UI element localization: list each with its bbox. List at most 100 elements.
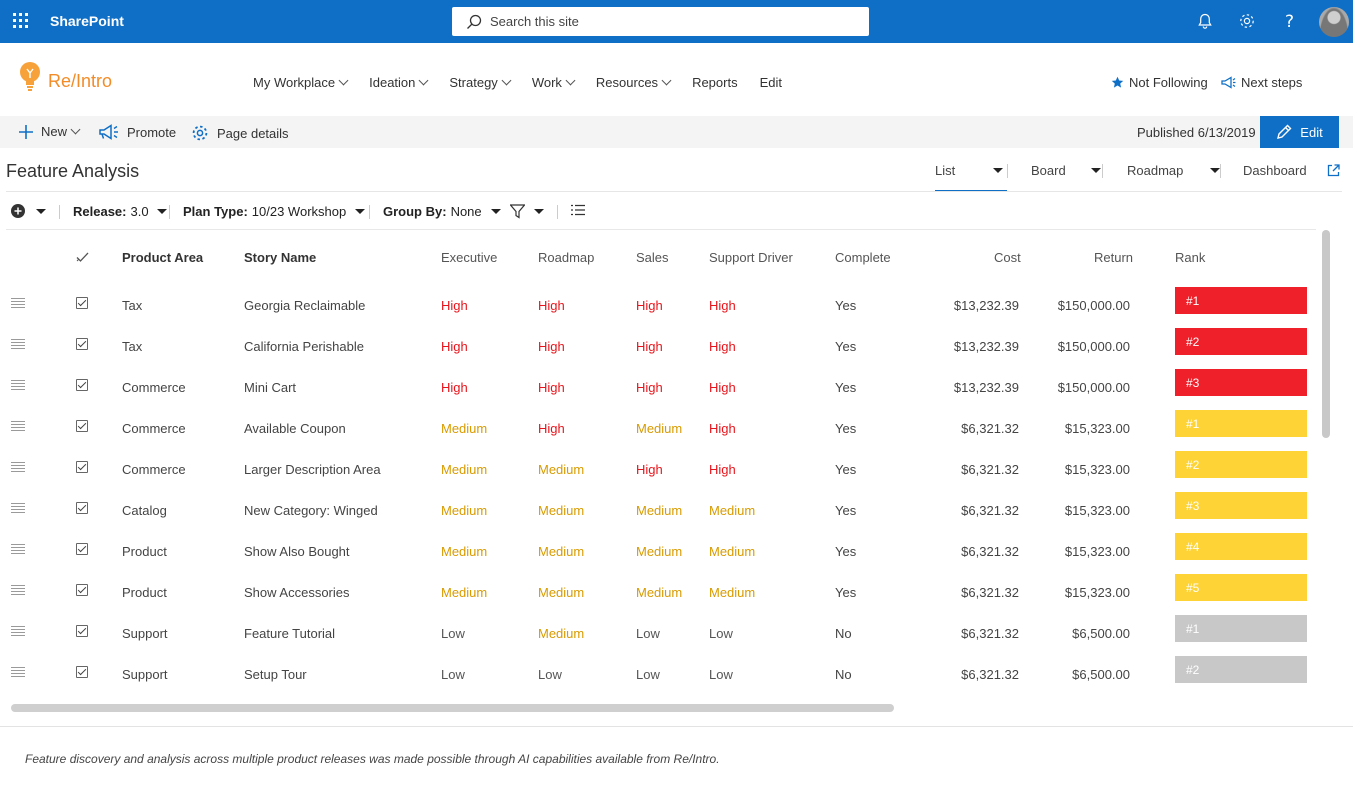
cell-story-name[interactable]: New Category: Winged [244, 503, 378, 518]
drag-handle-icon[interactable] [11, 503, 25, 515]
chevron-down-icon [661, 75, 672, 86]
cell-executive: Medium [441, 462, 488, 477]
promote-button[interactable]: Promote [99, 124, 176, 140]
checkbox-icon[interactable] [76, 461, 88, 473]
nav-my-workplace[interactable]: My Workplace [253, 75, 349, 90]
header-return[interactable]: Return [1094, 250, 1133, 265]
table-row[interactable]: Catalog New Category: Winged Medium Medium M… [6, 490, 1316, 531]
cell-story-name[interactable]: Georgia Reclaimable [244, 298, 365, 313]
table-row[interactable]: Product Show Accessories Medium Medium Mediu… [6, 572, 1316, 613]
cell-executive: High [441, 339, 468, 354]
plan-type-filter[interactable]: Plan Type: 10/23 Workshop [183, 204, 366, 219]
nav-strategy[interactable]: Strategy [449, 75, 512, 90]
table-row[interactable]: Commerce Available Coupon Medium High Medium… [6, 408, 1316, 449]
next-steps-button[interactable]: Next steps [1221, 75, 1302, 90]
page-details-button[interactable]: Page details [191, 124, 289, 142]
bell-icon[interactable] [1196, 12, 1214, 30]
nav-resources[interactable]: Resources [596, 75, 672, 90]
table-row[interactable]: Tax Georgia Reclaimable High High High High Ye… [6, 285, 1316, 326]
add-item-button[interactable] [11, 204, 46, 218]
cell-story-name[interactable]: Show Accessories [244, 585, 350, 600]
table-row[interactable]: Support Feature Tutorial Low Medium Low Low No… [6, 613, 1316, 654]
header-sales[interactable]: Sales [636, 250, 669, 265]
horizontal-scrollbar[interactable] [11, 704, 894, 712]
nav-ideation[interactable]: Ideation [369, 75, 429, 90]
filter-button[interactable] [510, 204, 544, 219]
edit-page-button[interactable]: Edit [1260, 116, 1339, 148]
nav-reports[interactable]: Reports [692, 75, 738, 90]
checkbox-icon[interactable] [76, 584, 88, 596]
header-support-driver[interactable]: Support Driver [709, 250, 793, 265]
cell-executive: Medium [441, 585, 488, 600]
follow-button[interactable]: Not Following [1111, 75, 1208, 90]
cell-story-name[interactable]: Feature Tutorial [244, 626, 335, 641]
new-button[interactable]: New [19, 124, 81, 139]
cell-story-name[interactable]: Larger Description Area [244, 462, 381, 477]
header-rank[interactable]: Rank [1175, 250, 1205, 265]
release-filter[interactable]: Release: 3.0 [73, 204, 167, 219]
drag-handle-icon[interactable] [11, 298, 25, 310]
checkbox-icon[interactable] [76, 379, 88, 391]
nav-work[interactable]: Work [532, 75, 576, 90]
cell-roadmap: Medium [538, 585, 585, 600]
search-input[interactable]: Search this site [490, 14, 579, 29]
table-row[interactable]: Tax California Perishable High High High High… [6, 326, 1316, 367]
search-box[interactable]: Search this site [452, 7, 869, 36]
vertical-scrollbar[interactable] [1322, 230, 1330, 438]
drag-handle-icon[interactable] [11, 667, 25, 679]
avatar[interactable] [1319, 7, 1349, 37]
drag-handle-icon[interactable] [11, 626, 25, 638]
tab-dashboard[interactable]: Dashboard [1243, 163, 1307, 178]
checkbox-icon[interactable] [76, 420, 88, 432]
drag-handle-icon[interactable] [11, 462, 25, 474]
table-row[interactable]: Support Setup Tour Low Low Low Low No $6,321.32… [6, 654, 1316, 695]
cell-roadmap: Medium [538, 462, 585, 477]
list-options-button[interactable] [571, 204, 585, 216]
app-name[interactable]: SharePoint [50, 13, 124, 29]
site-name[interactable]: Re/Intro [48, 71, 112, 92]
lightbulb-logo-icon[interactable] [18, 61, 42, 93]
checkbox-icon[interactable] [76, 543, 88, 555]
promote-label: Promote [127, 124, 177, 140]
cell-product-area: Commerce [122, 462, 186, 477]
cell-story-name[interactable]: Mini Cart [244, 380, 296, 395]
drag-handle-icon[interactable] [11, 380, 25, 392]
drag-handle-icon[interactable] [11, 339, 25, 351]
help-icon[interactable]: ? [1281, 12, 1299, 30]
header-story-name[interactable]: Story Name [244, 250, 316, 265]
cell-story-name[interactable]: California Perishable [244, 339, 364, 354]
header-executive[interactable]: Executive [441, 250, 497, 265]
group-by-filter[interactable]: Group By: None [383, 204, 501, 219]
checkbox-icon[interactable] [76, 502, 88, 514]
table-row[interactable]: Commerce Mini Cart High High High High Yes $13,… [6, 367, 1316, 408]
cell-support-driver: High [709, 462, 736, 477]
rank-badge: #5 [1175, 574, 1307, 601]
select-all-check-icon[interactable] [76, 251, 89, 264]
nav-edit[interactable]: Edit [760, 75, 782, 90]
checkbox-icon[interactable] [76, 338, 88, 350]
header-complete[interactable]: Complete [835, 250, 891, 265]
external-link-icon[interactable] [1327, 164, 1340, 177]
drag-handle-icon[interactable] [11, 421, 25, 433]
table-row[interactable]: Product Show Also Bought Medium Medium Mediu… [6, 531, 1316, 572]
add-circle-icon [11, 204, 25, 218]
header-cost[interactable]: Cost [994, 250, 1021, 265]
chevron-down-icon [418, 75, 429, 86]
tab-roadmap[interactable]: Roadmap [1127, 163, 1221, 178]
checkbox-icon[interactable] [76, 666, 88, 678]
tab-list[interactable]: List [935, 163, 1004, 178]
cell-story-name[interactable]: Show Also Bought [244, 544, 350, 559]
header-roadmap[interactable]: Roadmap [538, 250, 594, 265]
drag-handle-icon[interactable] [11, 585, 25, 597]
table-row[interactable]: Commerce Larger Description Area Medium Med… [6, 449, 1316, 490]
cell-story-name[interactable]: Setup Tour [244, 667, 307, 682]
cell-story-name[interactable]: Available Coupon [244, 421, 346, 436]
tab-board[interactable]: Board [1031, 163, 1101, 178]
drag-handle-icon[interactable] [11, 544, 25, 556]
checkbox-icon[interactable] [76, 625, 88, 637]
header-product-area[interactable]: Product Area [122, 250, 203, 265]
waffle-icon[interactable] [13, 13, 29, 29]
caret-down-icon [1090, 168, 1101, 173]
checkbox-icon[interactable] [76, 297, 88, 309]
gear-icon[interactable] [1238, 12, 1256, 30]
